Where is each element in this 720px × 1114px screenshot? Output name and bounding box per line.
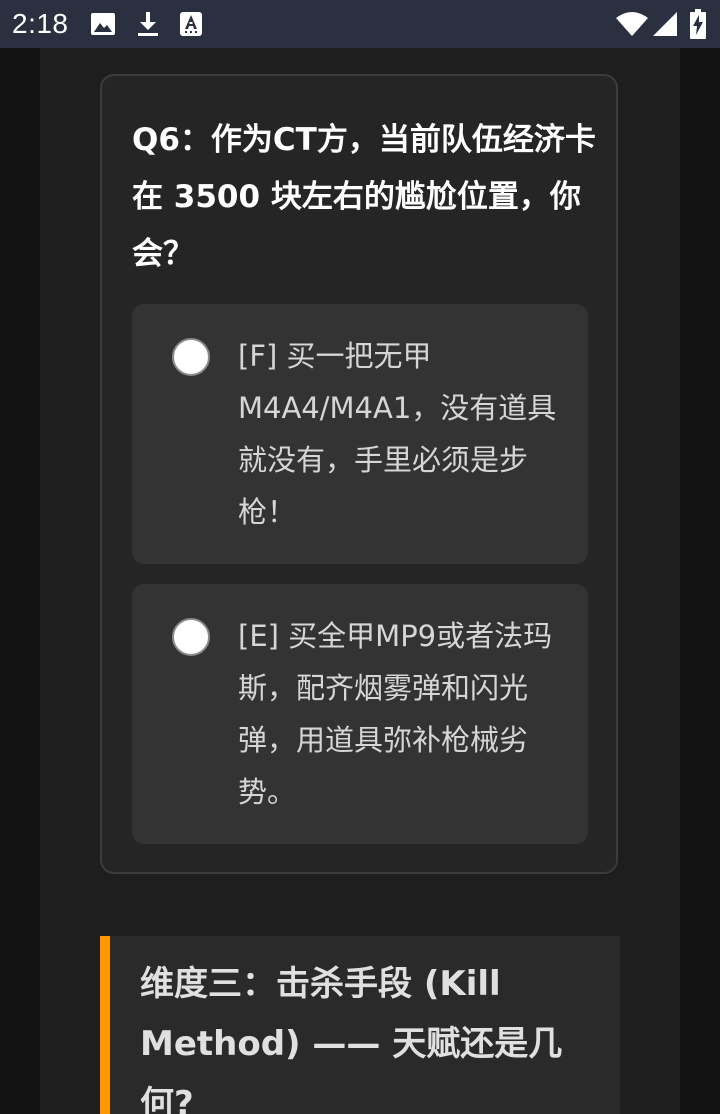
battery-charging-icon	[690, 9, 706, 43]
quiz-page: Q6：作为CT方，当前队伍经济卡在 3500 块左右的尴尬位置，你会？ [F] …	[40, 48, 680, 1114]
radio-button-e[interactable]	[172, 618, 210, 656]
option-card-f[interactable]: [F] 买一把无甲M4A4/M4A1，没有道具就没有，手里必须是步枪！	[132, 304, 588, 564]
question-card: Q6：作为CT方，当前队伍经济卡在 3500 块左右的尴尬位置，你会？ [F] …	[100, 74, 618, 874]
status-time: 2:18	[12, 8, 69, 39]
section-header: 维度三：击杀手段 (Kill Method) —— 天赋还是几何?	[100, 936, 620, 1114]
option-card-e[interactable]: [E] 买全甲MP9或者法玛斯，配齐烟雾弹和闪光弹，用道具弥补枪械劣势。	[132, 584, 588, 844]
question-title: Q6：作为CT方，当前队伍经济卡在 3500 块左右的尴尬位置，你会？	[132, 122, 596, 272]
option-label-f: [F] 买一把无甲M4A4/M4A1，没有道具就没有，手里必须是步枪！	[238, 339, 557, 529]
image-icon	[90, 11, 116, 41]
option-label-e: [E] 买全甲MP9或者法玛斯，配齐烟雾弹和闪光弹，用道具弥补枪械劣势。	[238, 619, 553, 809]
wifi-icon	[616, 12, 648, 40]
radio-button-f[interactable]	[172, 338, 210, 376]
section-title: 维度三：击杀手段 (Kill Method) —— 天赋还是几何?	[140, 964, 563, 1114]
cellular-signal-icon	[653, 12, 677, 40]
text-format-icon	[179, 11, 203, 41]
status-bar: 2:18	[0, 0, 720, 48]
download-icon	[135, 11, 161, 41]
